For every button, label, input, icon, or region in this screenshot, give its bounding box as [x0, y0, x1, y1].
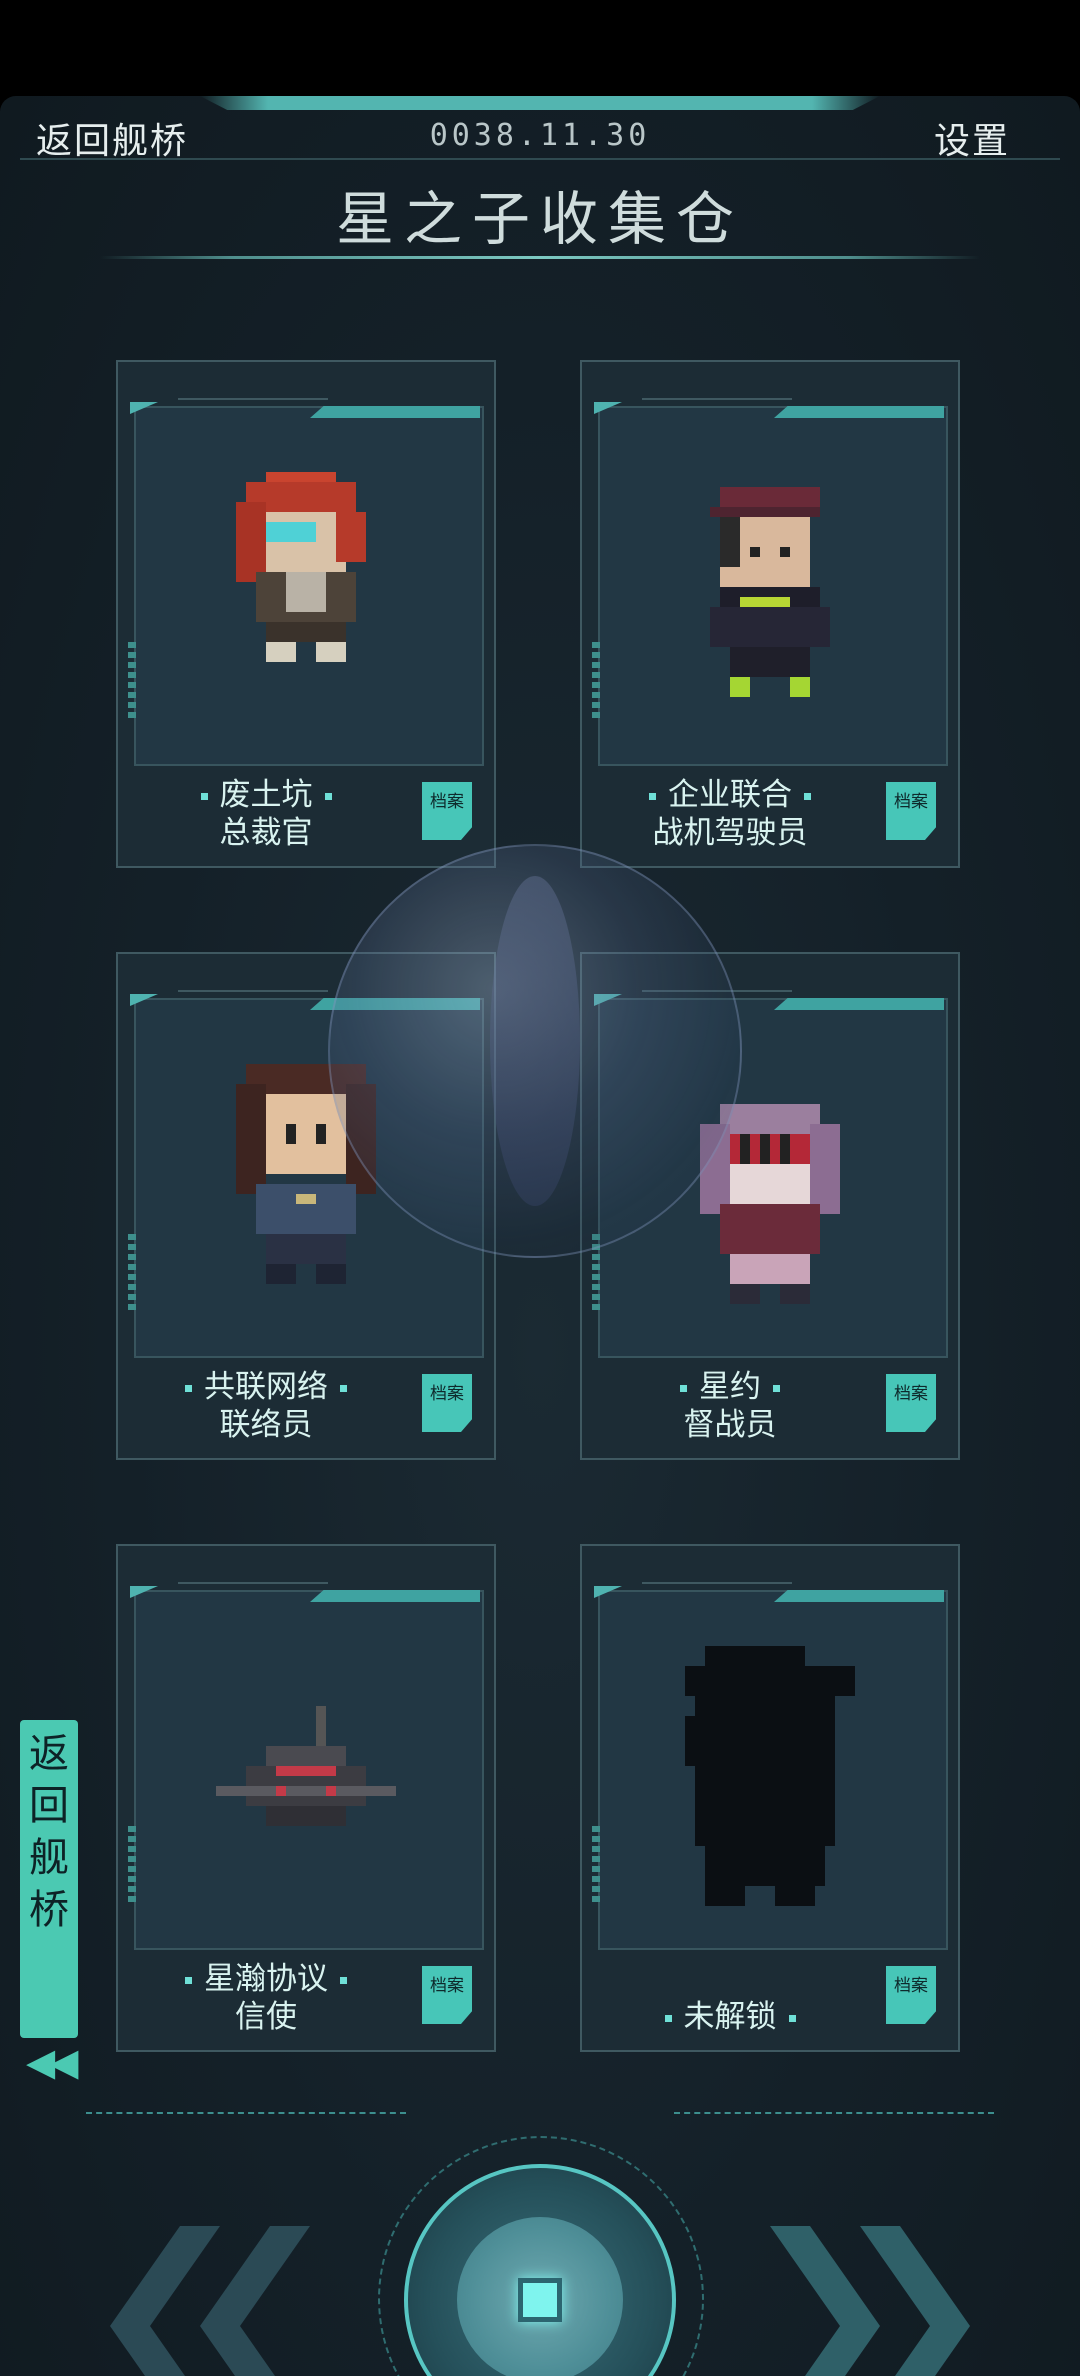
card-name-line2: 信使: [235, 1999, 297, 2035]
label-dot: [185, 1977, 192, 1984]
character-sprite-pilot: [710, 487, 830, 697]
card-name-line1: 星约: [699, 1369, 761, 1405]
label-dot: [664, 2015, 672, 2022]
label-dot: [804, 793, 811, 800]
label-dot: [340, 1385, 347, 1392]
character-sprite-liaison: [236, 1064, 376, 1284]
character-card-supervisor[interactable]: 星约 督战员 档案: [580, 952, 960, 1460]
card-top-strip: [310, 998, 480, 1010]
bottom-dash-right: [674, 2112, 994, 2114]
card-frame-line: [178, 398, 328, 400]
label-dot: [200, 793, 208, 800]
collection-screen: 返回舰桥 0038.11.30 设置 星之子收集仓 废土坑 总裁官 档案 企业联…: [0, 96, 1080, 2376]
card-name-line1: 企业联合: [668, 777, 792, 813]
card-name: 星约 督战员: [582, 1368, 878, 1444]
character-sprite-drone: [216, 1706, 396, 1826]
archive-button[interactable]: 档案: [422, 1374, 472, 1432]
card-side-ticks: [128, 642, 136, 722]
next-page-button[interactable]: [750, 2226, 980, 2376]
card-top-strip: [310, 406, 480, 418]
bottom-dash-left: [86, 2112, 406, 2114]
label-dot: [649, 793, 656, 800]
settings-button[interactable]: 设置: [934, 112, 1010, 164]
status-bar: [0, 0, 1080, 96]
card-name-line2: 督战员: [683, 1407, 777, 1443]
archive-button[interactable]: 档案: [886, 1374, 936, 1432]
card-name: 企业联合 战机驾驶员: [582, 776, 878, 852]
character-card-wasteland[interactable]: 废土坑 总裁官 档案: [116, 360, 496, 868]
character-card-locked[interactable]: 未解锁 档案: [580, 1544, 960, 2052]
card-frame-line: [178, 990, 328, 992]
card-side-ticks: [592, 1234, 600, 1314]
character-sprite-redhead: [236, 472, 366, 662]
label-dot: [324, 793, 332, 800]
label-dot: [340, 1977, 347, 1984]
card-frame-line: [642, 1582, 792, 1584]
frame-top-accent: [200, 96, 880, 110]
card-name: 星瀚协议 信使: [118, 1960, 414, 2036]
game-date: 0038.11.30: [429, 118, 651, 153]
character-card-messenger[interactable]: 星瀚协议 信使 档案: [116, 1544, 496, 2052]
card-name-line1: 废土坑: [219, 777, 313, 813]
card-name: 废土坑 总裁官: [118, 776, 414, 852]
card-top-strip: [310, 1590, 480, 1602]
prev-page-button[interactable]: [100, 2226, 330, 2376]
side-back-button[interactable]: 返回舰桥: [20, 1720, 78, 2038]
card-name-line2: 联络员: [219, 1407, 313, 1443]
character-card-pilot[interactable]: 企业联合 战机驾驶员 档案: [580, 360, 960, 868]
character-sprite-supervisor: [700, 1104, 840, 1304]
card-frame-line: [642, 398, 792, 400]
center-action-button[interactable]: [404, 2164, 676, 2376]
card-top-strip: [774, 406, 944, 418]
card-side-ticks: [128, 1826, 136, 1906]
label-dot: [773, 1385, 780, 1392]
collapse-arrows-icon: ◀◀: [26, 2040, 79, 2084]
label-dot: [788, 2015, 796, 2022]
locked-silhouette-icon: [685, 1646, 855, 1906]
card-side-ticks: [592, 642, 600, 722]
card-side-ticks: [592, 1826, 600, 1906]
card-name-line1: 星瀚协议: [204, 1961, 328, 1997]
card-name-line2: 战机驾驶员: [652, 815, 808, 851]
double-chevron-left-icon: [110, 2226, 310, 2376]
card-top-strip: [774, 998, 944, 1010]
card-name-line1: 共联网络: [204, 1369, 328, 1405]
card-name: 共联网络 联络员: [118, 1368, 414, 1444]
center-button-core-icon: [518, 2278, 562, 2322]
card-frame-line: [642, 990, 792, 992]
card-name: 未解锁: [582, 1998, 878, 2036]
card-frame-line: [178, 1582, 328, 1584]
label-dot: [680, 1385, 687, 1392]
double-chevron-right-icon: [770, 2226, 970, 2376]
character-card-liaison[interactable]: 共联网络 联络员 档案: [116, 952, 496, 1460]
archive-button[interactable]: 档案: [886, 782, 936, 840]
title-underline: [100, 256, 980, 259]
card-name-line2: 总裁官: [219, 815, 313, 851]
archive-button[interactable]: 档案: [422, 1966, 472, 2024]
card-side-ticks: [128, 1234, 136, 1314]
card-top-strip: [774, 1590, 944, 1602]
card-name-line1: 未解锁: [683, 1999, 777, 2035]
label-dot: [185, 1385, 192, 1392]
page-title: 星之子收集仓: [335, 185, 744, 253]
archive-button[interactable]: 档案: [886, 1966, 936, 2024]
archive-button[interactable]: 档案: [422, 782, 472, 840]
